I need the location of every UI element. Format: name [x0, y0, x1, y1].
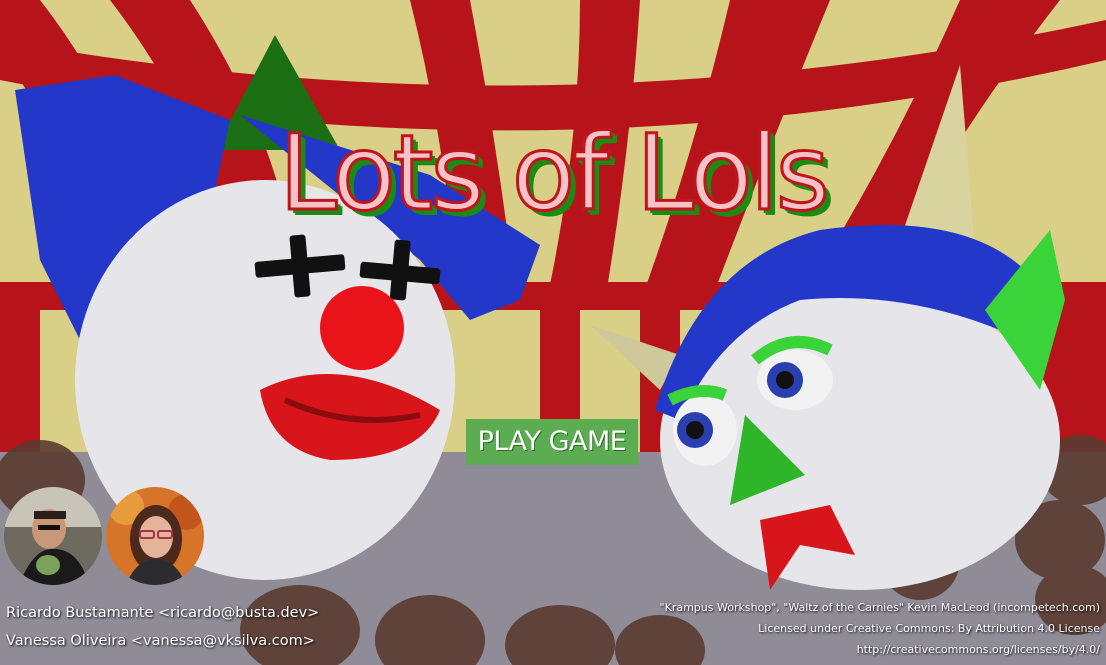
play-game-button[interactable]: PLAY GAME [466, 419, 638, 465]
author-credit-ricardo: Ricardo Bustamante <ricardo@busta.dev> [6, 605, 320, 621]
music-credit-line1: "Krampus Workshop", "Waltz of the Carnie… [659, 601, 1100, 614]
music-credit-line2: Licensed under Creative Commons: By Attr… [758, 622, 1100, 635]
game-title: Lots of Lols [278, 111, 832, 236]
author-credit-vanessa: Vanessa Oliveira <vanessa@vksilva.com> [6, 633, 315, 649]
author-avatar-ricardo [4, 487, 102, 585]
author-avatar-vanessa [106, 487, 204, 585]
music-credit-line3: http://creativecommons.org/licenses/by/4… [856, 643, 1100, 656]
left-clown-nose [320, 286, 404, 370]
